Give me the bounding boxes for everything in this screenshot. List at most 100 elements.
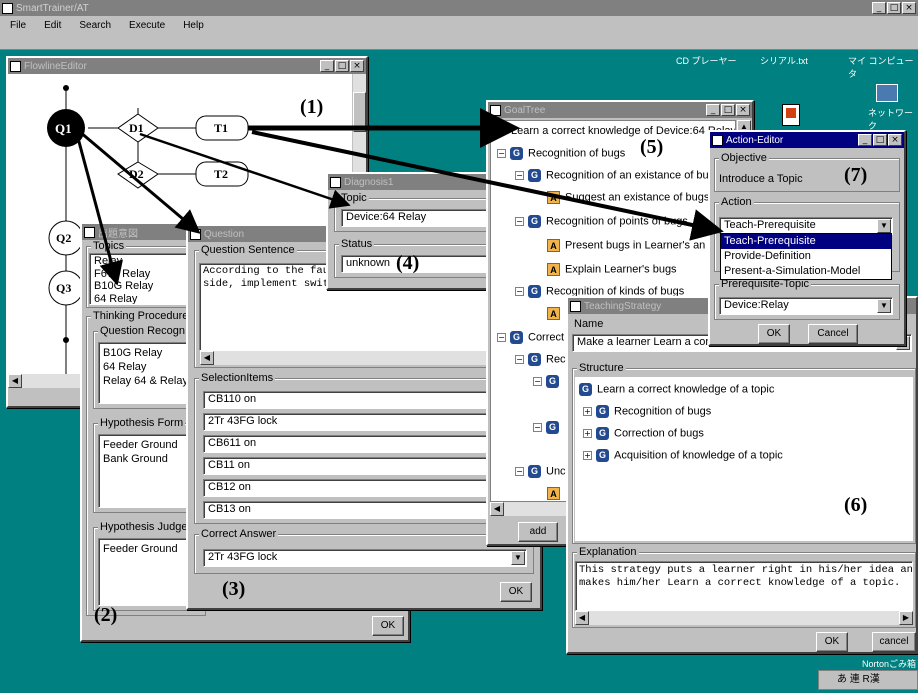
list-item[interactable]: B10G Relay: [103, 346, 195, 360]
diagnosis-topic-field[interactable]: Device:64 Relay: [341, 209, 501, 227]
scroll-left-icon[interactable]: ◀: [8, 374, 22, 388]
maximize-icon[interactable]: □: [721, 104, 735, 116]
close-icon[interactable]: ×: [736, 104, 750, 116]
list-item[interactable]: Relay: [94, 255, 198, 268]
diagnosis-title-bar[interactable]: Diagnosis1: [328, 174, 504, 190]
tree-node[interactable]: A: [547, 487, 565, 500]
powerpoint-desktop-icon[interactable]: [782, 104, 800, 126]
horizontal-scrollbar[interactable]: ◀ ▶: [575, 611, 913, 625]
collapse-icon[interactable]: −: [515, 467, 524, 476]
selection-item-field[interactable]: CB11 on: [203, 457, 529, 475]
horizontal-scrollbar[interactable]: ◀: [200, 351, 528, 365]
chevron-down-icon[interactable]: ▼: [511, 551, 525, 565]
tree-node[interactable]: A Present bugs in Learner's an: [547, 239, 705, 252]
minimize-icon[interactable]: _: [706, 104, 720, 116]
desktop-icon-label[interactable]: マイ コンピュータ: [848, 54, 918, 80]
dropdown-option[interactable]: Present-a-Simulation-Model: [721, 264, 891, 279]
tree-node[interactable]: − G Recognition of an existance of bu: [515, 169, 709, 182]
collapse-icon[interactable]: −: [533, 377, 542, 386]
minimize-icon[interactable]: _: [858, 134, 872, 146]
explanation-textarea[interactable]: This strategy puts a learner right in hi…: [575, 561, 913, 611]
close-icon[interactable]: ×: [902, 2, 916, 14]
list-item[interactable]: F670 Relay: [94, 268, 198, 281]
selection-item-field[interactable]: CB110 on: [203, 391, 529, 409]
tree-node[interactable]: A Suggest an existance of bugs: [547, 191, 709, 204]
list-item[interactable]: Feeder Ground: [103, 438, 195, 452]
hypothesis-form-list[interactable]: Feeder Ground Bank Ground: [98, 434, 200, 508]
collapse-icon[interactable]: −: [497, 333, 506, 342]
collapse-icon[interactable]: −: [515, 171, 524, 180]
tree-node[interactable]: − G Correct: [497, 331, 564, 344]
selection-item-field[interactable]: CB611 on: [203, 435, 529, 453]
expand-icon[interactable]: +: [583, 407, 592, 416]
action-ok-button[interactable]: OK: [758, 324, 790, 344]
tree-node[interactable]: + G Acquisition of knowledge of a topic: [583, 449, 783, 462]
tree-node[interactable]: − G Rec: [515, 353, 566, 366]
desktop-icon-label[interactable]: ネットワーク: [868, 106, 918, 132]
list-item[interactable]: 64 Relay: [94, 293, 198, 305]
question-ok-button[interactable]: OK: [500, 582, 532, 602]
chevron-down-icon[interactable]: ▼: [877, 299, 891, 313]
main-title-bar[interactable]: SmartTrainer/AT _ □ ×: [0, 0, 918, 16]
collapse-icon[interactable]: −: [515, 355, 524, 364]
action-dropdown-list[interactable]: Teach-Prerequisite Provide-Definition Pr…: [720, 233, 892, 280]
tree-node[interactable]: − G Unc: [515, 465, 566, 478]
selection-item-field[interactable]: CB12 on: [203, 479, 529, 497]
action-editor-title-bar[interactable]: Action-Editor _ □ ×: [710, 132, 904, 148]
tree-node[interactable]: + G Recognition of bugs: [583, 405, 711, 418]
menu-help[interactable]: Help: [183, 20, 204, 31]
tree-node[interactable]: + G Correction of bugs: [583, 427, 704, 440]
maximize-icon[interactable]: □: [887, 2, 901, 14]
tree-node[interactable]: − G Recognition of points of bugs: [515, 215, 688, 228]
collapse-icon[interactable]: −: [515, 287, 524, 296]
flowline-title-bar[interactable]: FlowlineEditor _ □ ×: [8, 58, 366, 74]
expand-icon[interactable]: +: [583, 429, 592, 438]
minimize-icon[interactable]: _: [320, 60, 334, 72]
goal-tree-title-bar[interactable]: GoalTree _ □ ×: [488, 102, 752, 118]
tree-node[interactable]: A Explain Learner's bugs: [547, 263, 677, 276]
scroll-right-icon[interactable]: ▶: [899, 611, 913, 625]
selection-item-field[interactable]: CB13 on: [203, 501, 529, 519]
collapse-icon[interactable]: −: [497, 149, 506, 158]
list-item[interactable]: Bank Ground: [103, 452, 195, 466]
network-desktop-icon[interactable]: [876, 84, 898, 102]
menu-search[interactable]: Search: [79, 20, 111, 31]
maximize-icon[interactable]: □: [873, 134, 887, 146]
taskbar-ime[interactable]: あ 連 R漢: [818, 670, 918, 690]
tree-node[interactable]: − G Recognition of bugs: [497, 147, 625, 160]
list-item[interactable]: Feeder Ground: [103, 542, 195, 556]
tree-node-root[interactable]: Learn a correct knowledge of Device:64 R…: [511, 125, 735, 137]
question-recog-list[interactable]: B10G Relay 64 Relay Relay 64 & Relay: [98, 342, 200, 404]
scroll-left-icon[interactable]: ◀: [200, 351, 214, 365]
dropdown-option[interactable]: Provide-Definition: [721, 249, 891, 264]
strategy-ok-button[interactable]: OK: [816, 632, 848, 652]
selection-item-field[interactable]: 2Tr 43FG lock: [203, 413, 529, 431]
scroll-left-icon[interactable]: ◀: [575, 611, 589, 625]
intent-ok-button[interactable]: OK: [372, 616, 404, 636]
prerequisite-dropdown[interactable]: Device:Relay ▼: [719, 297, 893, 315]
norton-label[interactable]: Nortonごみ箱: [862, 657, 916, 670]
scroll-left-icon[interactable]: ◀: [490, 502, 504, 516]
tree-node[interactable]: − G: [533, 375, 564, 388]
list-item[interactable]: Relay 64 & Relay: [103, 374, 195, 388]
collapse-icon[interactable]: −: [515, 217, 524, 226]
menu-execute[interactable]: Execute: [129, 20, 165, 31]
tree-node[interactable]: A: [547, 307, 565, 320]
minimize-icon[interactable]: _: [872, 2, 886, 14]
diagnosis-status-field[interactable]: unknown: [341, 255, 501, 273]
menu-edit[interactable]: Edit: [44, 20, 61, 31]
dropdown-option[interactable]: Teach-Prerequisite: [721, 234, 891, 249]
hypothesis-judge-list[interactable]: Feeder Ground: [98, 538, 200, 606]
menu-file[interactable]: File: [10, 20, 26, 31]
chevron-down-icon[interactable]: ▼: [877, 219, 891, 233]
collapse-icon[interactable]: −: [533, 423, 542, 432]
close-icon[interactable]: ×: [888, 134, 902, 146]
tree-node[interactable]: − G: [533, 421, 564, 434]
desktop-icon-label[interactable]: シリアル.txt: [760, 54, 808, 67]
close-icon[interactable]: ×: [350, 60, 364, 72]
strategy-cancel-button[interactable]: cancel: [872, 632, 916, 652]
correct-answer-dropdown[interactable]: 2Tr 43FG lock ▼: [203, 549, 527, 567]
expand-icon[interactable]: +: [583, 451, 592, 460]
maximize-icon[interactable]: □: [335, 60, 349, 72]
tree-node[interactable]: G Learn a correct knowledge of a topic: [579, 383, 774, 396]
